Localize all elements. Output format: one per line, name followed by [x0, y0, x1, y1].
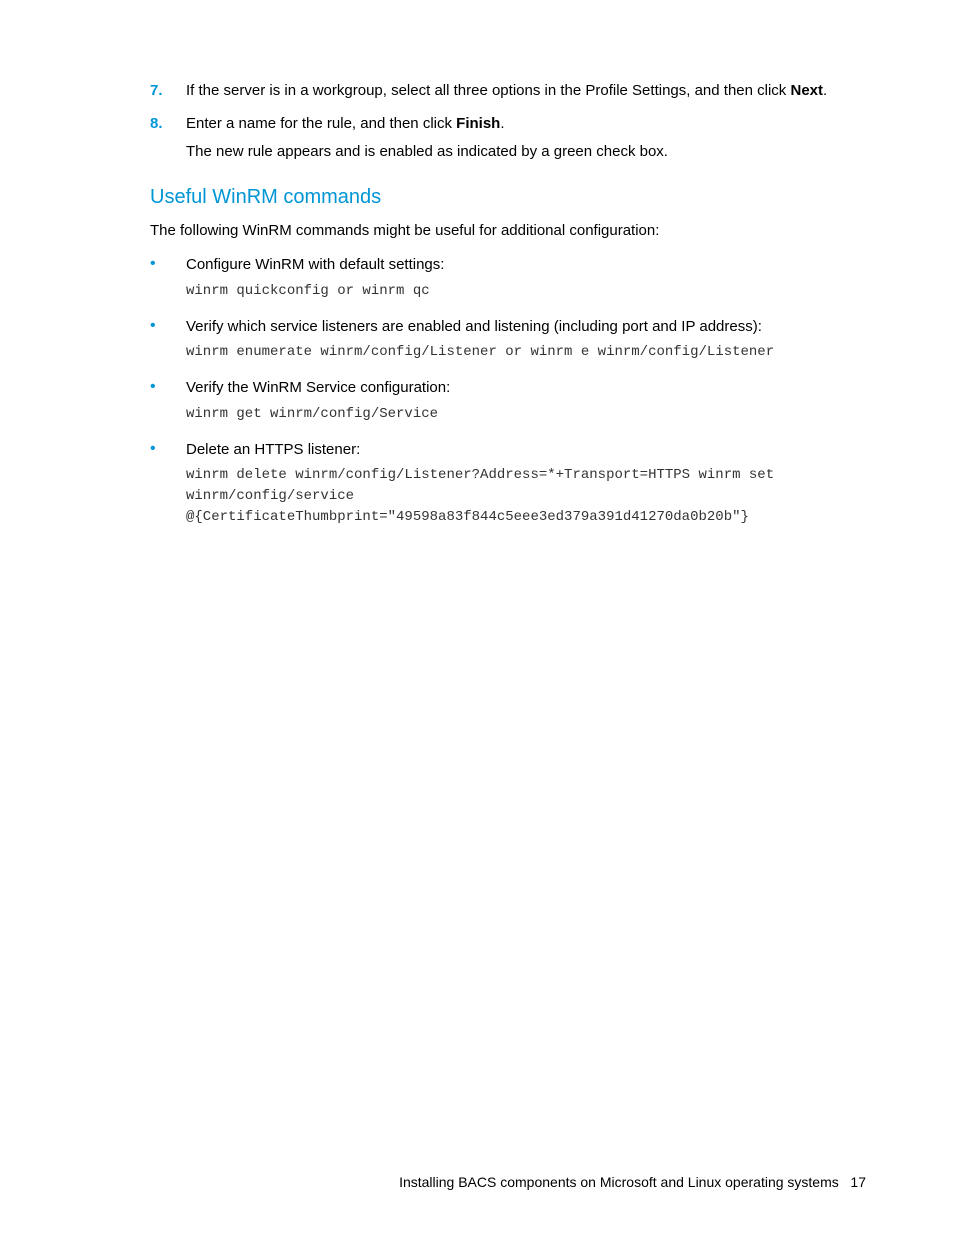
- bullet-item: • Configure WinRM with default settings:…: [150, 254, 866, 302]
- numbered-steps: 7. If the server is in a workgroup, sele…: [88, 80, 866, 164]
- section-heading: Useful WinRM commands: [150, 182, 866, 212]
- footer-page-number: 17: [850, 1174, 866, 1190]
- code-block: winrm enumerate winrm/config/Listener or…: [186, 342, 866, 363]
- section-intro: The following WinRM commands might be us…: [150, 220, 866, 243]
- code-block: winrm quickconfig or winrm qc: [186, 281, 866, 302]
- bullet-text: Configure WinRM with default settings:: [186, 256, 444, 273]
- step-7: 7. If the server is in a workgroup, sele…: [88, 80, 866, 103]
- bullet-item: • Delete an HTTPS listener: winrm delete…: [150, 439, 866, 529]
- bullet-text: Verify which service listeners are enabl…: [186, 318, 762, 335]
- step-text: Enter a name for the rule, and then clic…: [186, 113, 866, 164]
- bullet-icon: •: [150, 377, 186, 425]
- code-block: winrm delete winrm/config/Listener?Addre…: [186, 465, 866, 528]
- bullet-icon: •: [150, 439, 186, 529]
- bullet-list: • Configure WinRM with default settings:…: [150, 254, 866, 528]
- footer-text: Installing BACS components on Microsoft …: [399, 1174, 839, 1190]
- bullet-text: Verify the WinRM Service configuration:: [186, 379, 450, 396]
- step-number: 8.: [150, 113, 186, 164]
- bullet-item: • Verify the WinRM Service configuration…: [150, 377, 866, 425]
- step-text: If the server is in a workgroup, select …: [186, 80, 866, 103]
- bullet-item: • Verify which service listeners are ena…: [150, 316, 866, 364]
- bullet-icon: •: [150, 316, 186, 364]
- step-number: 7.: [150, 80, 186, 103]
- step-subtext: The new rule appears and is enabled as i…: [186, 141, 866, 164]
- step-8: 8. Enter a name for the rule, and then c…: [88, 113, 866, 164]
- code-block: winrm get winrm/config/Service: [186, 404, 866, 425]
- page-footer: Installing BACS components on Microsoft …: [399, 1172, 866, 1193]
- bullet-text: Delete an HTTPS listener:: [186, 441, 360, 458]
- bullet-icon: •: [150, 254, 186, 302]
